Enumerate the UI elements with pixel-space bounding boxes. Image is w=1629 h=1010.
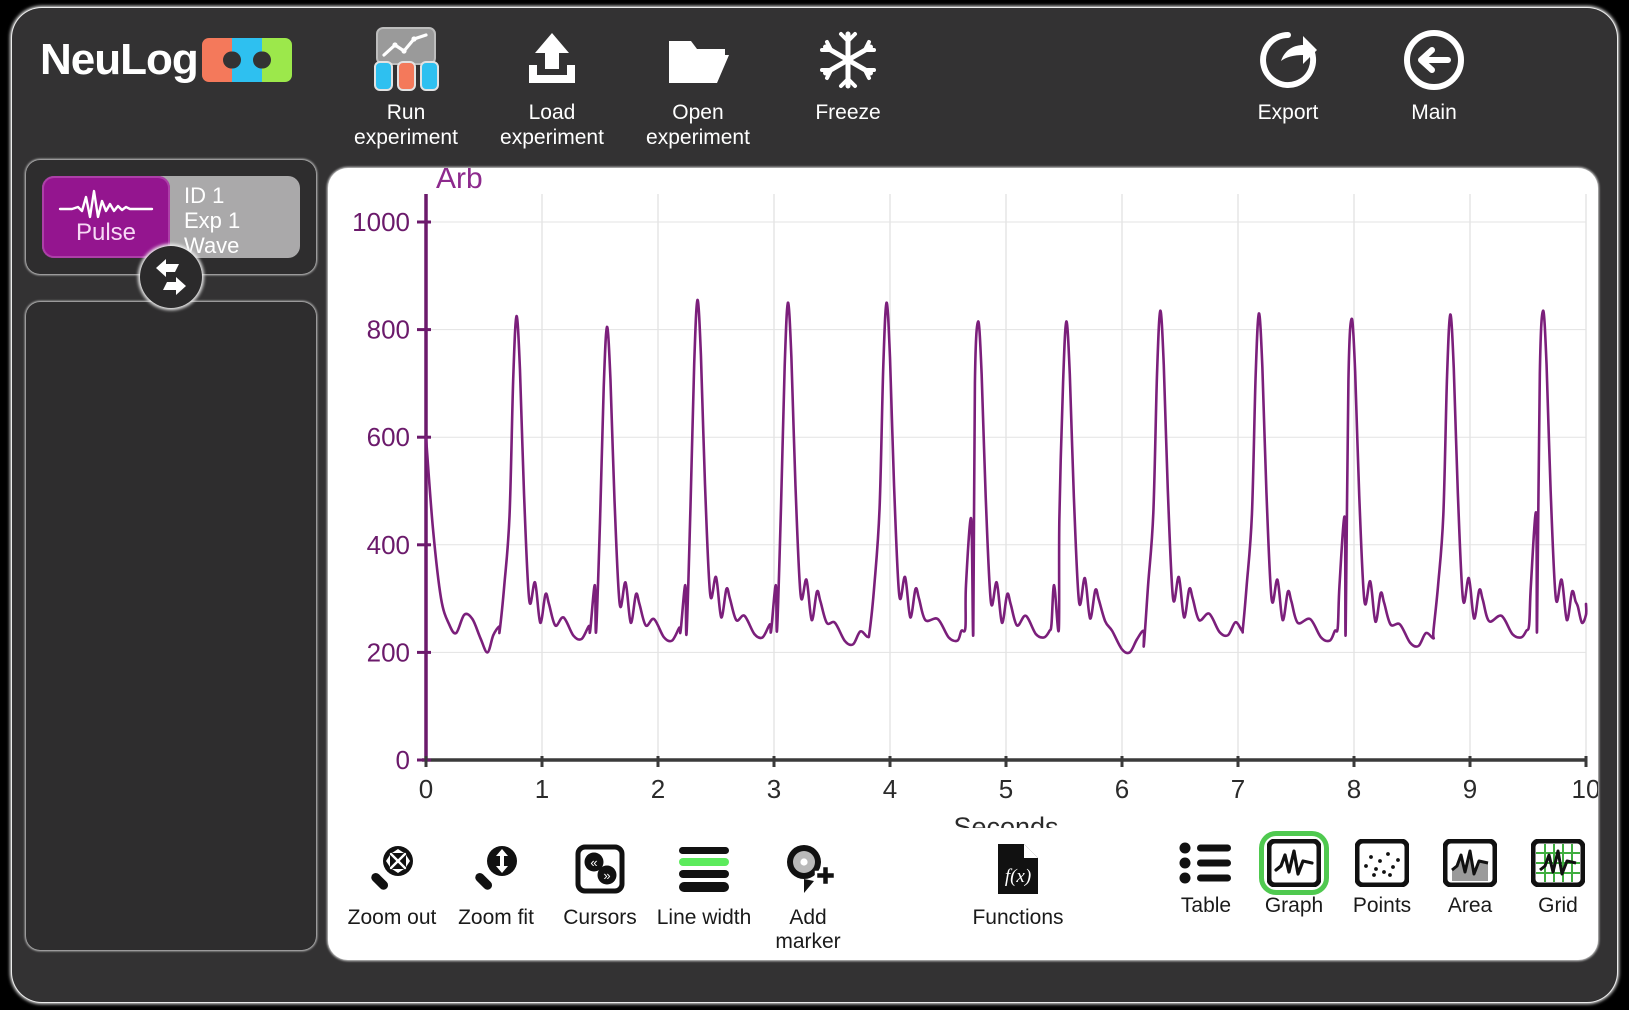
svg-text:1000: 1000 [352, 207, 410, 237]
neulog-logo: NeuLog [40, 38, 292, 82]
open-experiment-icon [663, 24, 733, 96]
pulse-wave-icon [58, 189, 154, 219]
line-width-icon [675, 836, 733, 902]
cursors-icon: « » [572, 836, 628, 902]
logo-blocks [201, 38, 292, 82]
main-button[interactable]: Main [1366, 24, 1502, 125]
svg-text:4: 4 [883, 774, 897, 804]
sensor-mode: Wave [184, 232, 240, 258]
view-area-label: Area [1447, 894, 1493, 917]
zoom-fit-icon [468, 836, 524, 902]
load-experiment-label: Load experiment [500, 101, 604, 149]
graph-icon [1264, 836, 1324, 890]
functions-button[interactable]: f(x) Functions [960, 836, 1076, 930]
pulse-chart: 0 200 400 600 800 1000 0 1 2 3 4 5 6 7 8 9 10 Arb Seconds [352, 168, 1598, 828]
svg-text:10: 10 [1572, 774, 1598, 804]
svg-text:«: « [590, 855, 597, 870]
cursors-button[interactable]: « » Cursors [542, 836, 658, 930]
open-experiment-button[interactable]: Open experiment [630, 24, 766, 150]
svg-text:400: 400 [367, 530, 410, 560]
sensor-panel: Pulse ID 1 Exp 1 Wave [26, 160, 316, 308]
sensor-info: ID 1 Exp 1 Wave [170, 176, 300, 258]
svg-text:Seconds: Seconds [953, 812, 1058, 828]
line-width-label: Line width [656, 906, 752, 929]
add-marker-button[interactable]: Add marker [750, 836, 866, 954]
svg-text:600: 600 [367, 422, 410, 452]
svg-text:6: 6 [1115, 774, 1129, 804]
export-button[interactable]: Export [1220, 24, 1356, 125]
snowflake-icon [817, 24, 879, 96]
add-marker-icon [780, 836, 836, 902]
sensor-id: ID 1 [184, 182, 225, 208]
open-experiment-label: Open experiment [646, 101, 750, 149]
svg-text:f(x): f(x) [1005, 866, 1031, 887]
swap-button[interactable] [140, 246, 202, 308]
table-icon [1176, 836, 1236, 890]
functions-label: Functions [972, 906, 1064, 929]
sensor-sidebar: Pulse ID 1 Exp 1 Wave [26, 160, 316, 950]
cursors-label: Cursors [563, 906, 637, 929]
load-experiment-icon [519, 24, 585, 96]
chart-plot-area[interactable]: 0 200 400 600 800 1000 0 1 2 3 4 5 6 7 8 9 10 Arb Seconds [328, 168, 1598, 828]
svg-text:800: 800 [367, 315, 410, 345]
top-toolbar: NeuLog Run experiment Load experiment Op… [12, 8, 1617, 160]
grid-icon [1528, 836, 1588, 890]
line-width-button[interactable]: Line width [646, 836, 762, 930]
swap-arrows-icon [156, 259, 186, 295]
svg-text:9: 9 [1463, 774, 1477, 804]
zoom-fit-label: Zoom fit [458, 906, 534, 929]
view-grid-label: Grid [1538, 894, 1578, 917]
freeze-button[interactable]: Freeze [780, 24, 916, 125]
freeze-label: Freeze [815, 101, 881, 124]
svg-text:1: 1 [535, 774, 549, 804]
functions-icon: f(x) [992, 836, 1044, 902]
graph-card: 0 200 400 600 800 1000 0 1 2 3 4 5 6 7 8 9 10 Arb Seconds [328, 168, 1598, 960]
sensor-experiment: Exp 1 [184, 207, 241, 233]
run-experiment-button[interactable]: Run experiment [338, 24, 474, 150]
svg-text:0: 0 [396, 745, 410, 775]
zoom-out-label: Zoom out [347, 906, 437, 929]
points-icon [1352, 836, 1412, 890]
load-experiment-button[interactable]: Load experiment [484, 24, 620, 150]
svg-text:200: 200 [367, 637, 410, 667]
svg-text:3: 3 [767, 774, 781, 804]
svg-text:8: 8 [1347, 774, 1361, 804]
logo-block-green [261, 38, 292, 82]
run-experiment-label: Run experiment [354, 101, 458, 149]
back-arrow-icon [1401, 24, 1467, 96]
export-icon [1255, 24, 1321, 96]
svg-text:»: » [603, 868, 610, 883]
zoom-fit-button[interactable]: Zoom fit [438, 836, 554, 930]
view-graph-label: Graph [1264, 894, 1324, 917]
add-marker-label: Add marker [775, 906, 841, 953]
svg-text:7: 7 [1231, 774, 1245, 804]
main-label: Main [1411, 101, 1457, 124]
sensor-name: Pulse [75, 219, 137, 246]
view-points-label: Points [1352, 894, 1412, 917]
svg-text:5: 5 [999, 774, 1013, 804]
export-label: Export [1257, 101, 1319, 124]
app-window: NeuLog Run experiment Load experiment Op… [12, 8, 1617, 1002]
svg-text:2: 2 [651, 774, 665, 804]
view-table-label: Table [1180, 894, 1232, 917]
view-grid-button[interactable]: Grid [1500, 836, 1616, 918]
bottom-toolbar: Zoom out Zoom fit « » Cursors Line width… [328, 828, 1598, 960]
sensor-panel-empty [26, 302, 316, 950]
zoom-out-button[interactable]: Zoom out [334, 836, 450, 930]
svg-text:Arb: Arb [436, 168, 483, 195]
svg-text:0: 0 [419, 774, 433, 804]
logo-text: NeuLog [40, 35, 199, 84]
area-icon [1440, 836, 1500, 890]
run-experiment-icon [370, 24, 442, 96]
zoom-out-icon [364, 836, 420, 902]
sensor-badge[interactable]: Pulse [42, 176, 170, 258]
